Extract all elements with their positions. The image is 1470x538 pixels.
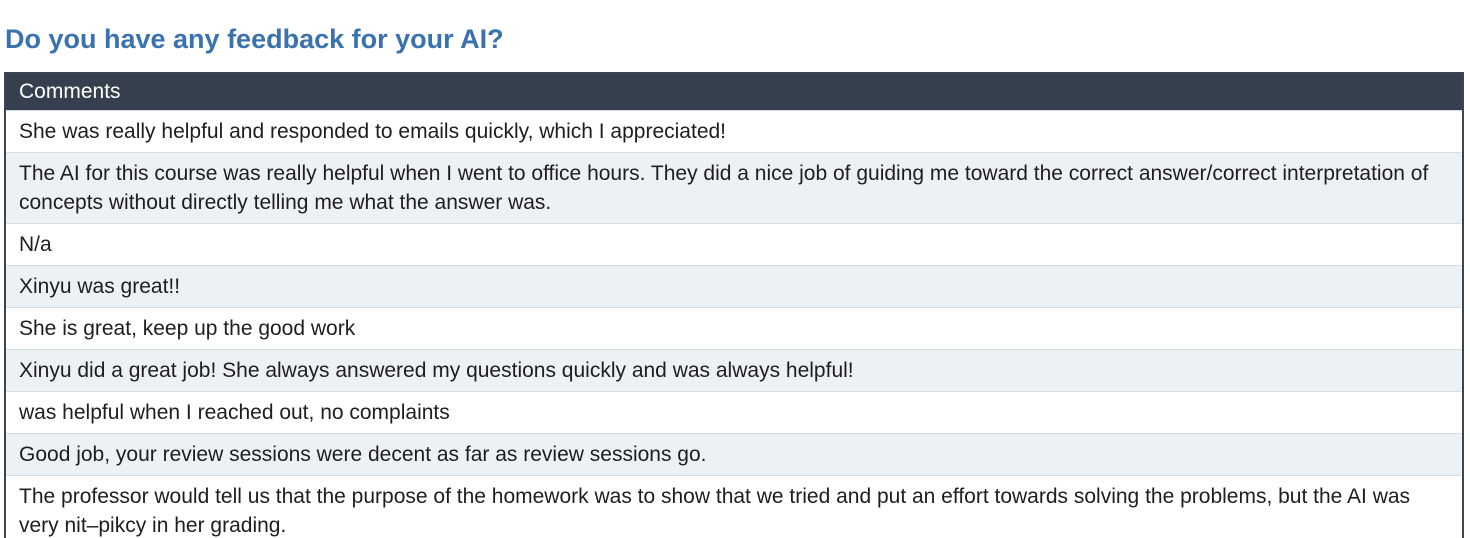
table-row: The AI for this course was really helpfu…	[5, 152, 1463, 224]
table-row: Xinyu did a great job! She always answer…	[5, 349, 1463, 392]
comment-cell: Xinyu did a great job! She always answer…	[5, 349, 1463, 392]
comment-cell: The professor would tell us that the pur…	[5, 475, 1463, 538]
table-row: was helpful when I reached out, no compl…	[5, 391, 1463, 434]
table-row: The professor would tell us that the pur…	[5, 475, 1463, 538]
table-row: Xinyu was great!!	[5, 265, 1463, 308]
feedback-page: Do you have any feedback for your AI? Co…	[0, 0, 1470, 538]
comment-cell: She is great, keep up the good work	[5, 307, 1463, 350]
table-row: She is great, keep up the good work	[5, 307, 1463, 350]
table-row: She was really helpful and responded to …	[5, 110, 1463, 153]
table-row: N/a	[5, 223, 1463, 266]
comment-cell: N/a	[5, 223, 1463, 266]
comment-cell: Good job, your review sessions were dece…	[5, 433, 1463, 476]
comment-cell: She was really helpful and responded to …	[5, 110, 1463, 153]
question-title: Do you have any feedback for your AI?	[5, 24, 504, 54]
comment-cell: was helpful when I reached out, no compl…	[5, 391, 1463, 434]
table-row: Good job, your review sessions were dece…	[5, 433, 1463, 476]
table-header-row: Comments	[5, 73, 1463, 111]
comment-cell: The AI for this course was really helpfu…	[5, 152, 1463, 224]
comments-column-header: Comments	[5, 73, 1463, 111]
comment-cell: Xinyu was great!!	[5, 265, 1463, 308]
comments-table: Comments She was really helpful and resp…	[4, 72, 1464, 538]
